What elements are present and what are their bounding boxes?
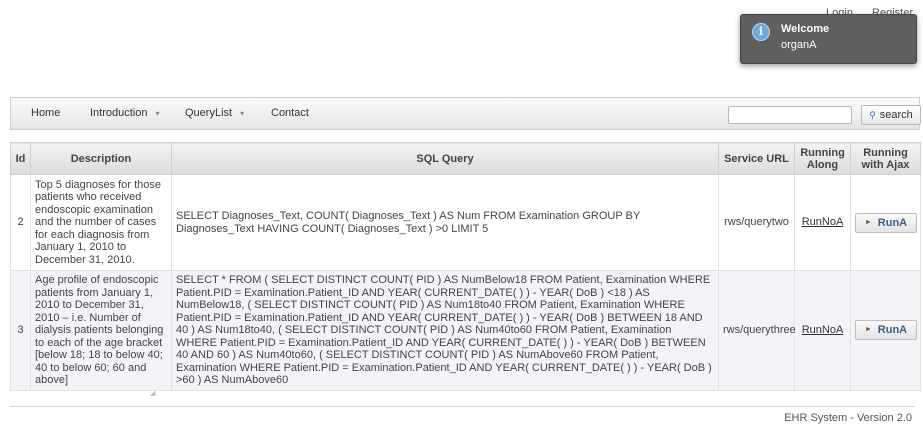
run-ajax-label: RunA [877, 324, 908, 337]
row-sql-query: SELECT Diagnoses_Text, COUNT( Diagnoses_… [171, 174, 719, 271]
nav-contact-label: Contact [271, 107, 309, 119]
table-row: 3 Age profile of endoscopic patients fro… [10, 270, 921, 391]
chevron-down-icon: ▾ [240, 109, 245, 118]
nav-introduction[interactable]: Introduction ▾ [90, 107, 160, 119]
notification-title: Welcome [781, 23, 830, 35]
nav-introduction-label: Introduction [90, 107, 148, 119]
footer-version: EHR System - Version 2.0 [784, 412, 912, 424]
info-icon: i [752, 23, 770, 41]
query-table: Id Description SQL Query Service URL Run… [10, 142, 921, 391]
header-sql-query: SQL Query [171, 142, 719, 175]
table-row: 2 Top 5 diagnoses for those patients who… [10, 174, 921, 271]
row-running-ajax: ► RunA [850, 174, 921, 271]
row-id: 3 [10, 270, 31, 391]
search-button[interactable]: ⚲ search [861, 105, 921, 125]
notification-message: organA [781, 39, 817, 51]
row-description: Age profile of endoscopic patients from … [30, 270, 172, 391]
table-header-row: Id Description SQL Query Service URL Run… [10, 142, 921, 175]
navbar: Home Introduction ▾ QueryList ▾ Contact ⚲ s… [10, 97, 921, 130]
run-ajax-button[interactable]: ► RunA [855, 320, 917, 341]
chevron-down-icon: ▾ [155, 109, 160, 118]
welcome-notification: i Welcome organA [740, 14, 917, 64]
run-ajax-label: RunA [877, 216, 908, 229]
footer-divider [10, 406, 915, 407]
row-description: Top 5 diagnoses for those patients who r… [30, 174, 172, 271]
run-no-ajax-link[interactable]: RunNoA [802, 324, 844, 336]
row-service-url: rws/querythree [718, 270, 796, 391]
search-button-label: search [879, 109, 913, 121]
row-sql-query: SELECT * FROM ( SELECT DISTINCT COUNT( P… [171, 270, 719, 391]
search-input[interactable] [728, 106, 852, 124]
search-icon: ⚲ [869, 110, 876, 120]
nav-querylist-label: QueryList [185, 107, 233, 119]
nav-querylist[interactable]: QueryList ▾ [185, 107, 244, 119]
nav-contact[interactable]: Contact [271, 107, 309, 119]
row-running-ajax: ► RunA [850, 270, 921, 391]
play-icon: ► [864, 218, 872, 226]
nav-home[interactable]: Home [31, 107, 60, 119]
row-running-along: RunNoA [794, 270, 851, 391]
header-id: Id [10, 142, 31, 175]
run-ajax-button[interactable]: ► RunA [855, 212, 917, 233]
row-id: 2 [10, 174, 31, 271]
header-service-url: Service URL [718, 142, 795, 175]
play-icon: ► [864, 326, 872, 334]
header-description: Description [30, 142, 172, 175]
header-running-ajax: Running with Ajax [850, 142, 921, 175]
header-running-along: Running Along [794, 142, 851, 175]
row-service-url: rws/querytwo [718, 174, 795, 271]
row-running-along: RunNoA [794, 174, 851, 271]
run-no-ajax-link[interactable]: RunNoA [802, 216, 844, 228]
nav-home-label: Home [31, 107, 61, 119]
resize-grip-icon[interactable]: ◢ [150, 389, 155, 397]
